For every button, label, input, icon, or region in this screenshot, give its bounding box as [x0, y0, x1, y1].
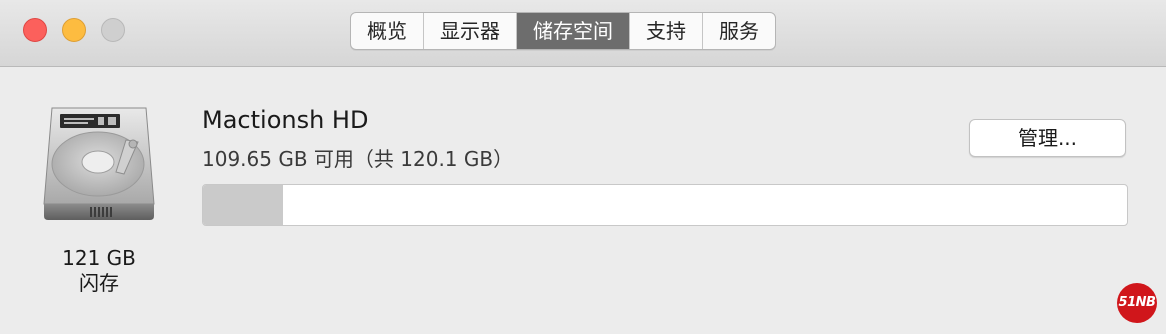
manage-button[interactable]: 管理...: [969, 119, 1126, 157]
drive-availability: 109.65 GB 可用（共 120.1 GB）: [202, 147, 514, 171]
tab-support[interactable]: 支持: [630, 13, 703, 49]
hard-drive-icon: [38, 104, 160, 224]
close-window-button[interactable]: [23, 18, 47, 42]
about-this-mac-window: 概览 显示器 储存空间 支持 服务 121 GB 闪存 Mactionsh HD…: [0, 0, 1166, 334]
tab-bar: 概览 显示器 储存空间 支持 服务: [350, 12, 776, 50]
tab-overview[interactable]: 概览: [351, 13, 424, 49]
tab-service[interactable]: 服务: [703, 13, 775, 49]
minimize-window-button[interactable]: [62, 18, 86, 42]
drive-caption: 121 GB 闪存: [38, 246, 160, 296]
storage-usage-fill: [203, 185, 284, 225]
tab-storage[interactable]: 储存空间: [517, 13, 630, 49]
tab-displays[interactable]: 显示器: [424, 13, 517, 49]
drive-type-label: 闪存: [79, 271, 119, 295]
storage-usage-bar: [202, 184, 1128, 226]
drive-name: Mactionsh HD: [202, 106, 369, 134]
zoom-window-button[interactable]: [101, 18, 125, 42]
window-toolbar: 概览 显示器 储存空间 支持 服务: [0, 0, 1166, 67]
drive-capacity-label: 121 GB: [62, 246, 136, 270]
site-watermark-logo: 51NB: [1117, 283, 1157, 323]
